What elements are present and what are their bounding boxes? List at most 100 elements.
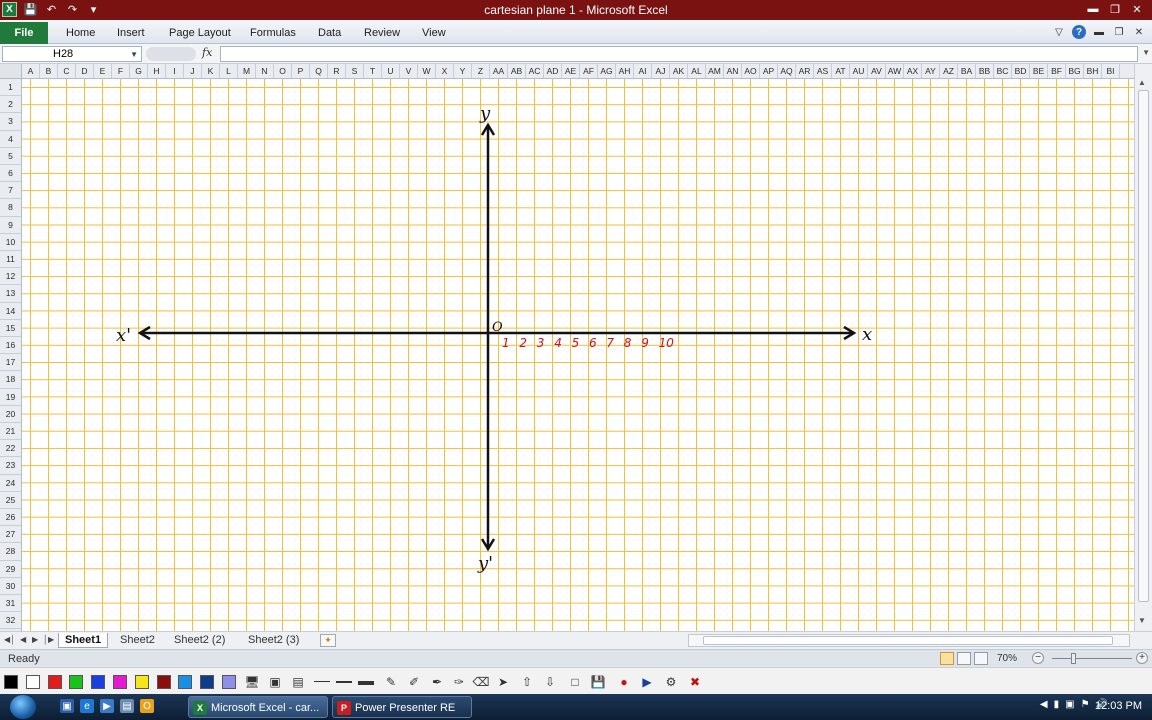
row-header[interactable]: 7 <box>0 182 21 200</box>
column-header[interactable]: E <box>94 64 112 78</box>
column-header[interactable]: W <box>418 64 436 78</box>
column-header[interactable]: AM <box>706 64 724 78</box>
column-header[interactable]: AR <box>796 64 814 78</box>
prev-sheet-icon[interactable]: ◀ <box>20 635 26 644</box>
column-header[interactable]: AB <box>508 64 526 78</box>
minimize-icon[interactable]: ▬ <box>1082 0 1104 18</box>
column-header[interactable]: AD <box>544 64 562 78</box>
column-header[interactable]: N <box>256 64 274 78</box>
row-header[interactable]: 19 <box>0 389 21 406</box>
zoom-slider[interactable] <box>1052 658 1132 659</box>
column-header[interactable]: AJ <box>652 64 670 78</box>
column-header[interactable]: BI <box>1102 64 1120 78</box>
tray-expand-icon[interactable]: ◀ <box>1040 699 1048 710</box>
column-header[interactable]: AT <box>832 64 850 78</box>
column-header[interactable]: I <box>166 64 184 78</box>
column-header[interactable]: C <box>58 64 76 78</box>
exit-presenter-icon[interactable]: ✖ <box>686 673 704 691</box>
formula-bar-grip[interactable] <box>146 47 196 61</box>
brush-icon[interactable]: ✑ <box>450 673 468 691</box>
sheet-tab-sheet2-2[interactable]: Sheet2 (2) <box>168 633 231 648</box>
help-icon[interactable]: ? <box>1072 25 1086 39</box>
tray-app-icon[interactable]: ▮ <box>1054 699 1060 710</box>
row-header[interactable]: 26 <box>0 509 21 527</box>
text-pen-icon[interactable]: ✎ <box>382 673 400 691</box>
workbook-close-icon[interactable]: ✕ <box>1132 25 1146 39</box>
workbook-minimize-icon[interactable]: ▬ <box>1092 25 1106 39</box>
row-header[interactable]: 12 <box>0 268 21 286</box>
column-header[interactable]: S <box>346 64 364 78</box>
horizontal-scrollbar[interactable] <box>688 634 1130 647</box>
show-desktop-icon[interactable]: ▣ <box>60 699 74 713</box>
row-header[interactable]: 21 <box>0 423 21 441</box>
outlook-icon[interactable]: O <box>140 699 154 713</box>
row-header[interactable]: 18 <box>0 371 21 389</box>
tray-network-icon[interactable]: ▣ <box>1065 699 1074 710</box>
expand-formula-bar-icon[interactable]: ▼ <box>1142 48 1150 57</box>
restore-icon[interactable]: ❐ <box>1104 0 1126 18</box>
row-header[interactable]: 24 <box>0 475 21 492</box>
save-drawing-icon[interactable]: 💾 <box>589 673 607 691</box>
column-header[interactable]: BC <box>994 64 1012 78</box>
row-header[interactable]: 20 <box>0 406 21 423</box>
tab-data[interactable]: Data <box>318 27 341 39</box>
column-header[interactable]: Q <box>310 64 328 78</box>
taskbar-excel-button[interactable]: X Microsoft Excel - car... <box>188 696 328 718</box>
column-header[interactable]: AK <box>670 64 688 78</box>
zoom-out-icon[interactable]: − <box>1032 652 1044 664</box>
formula-input[interactable] <box>220 46 1138 62</box>
row-header[interactable]: 29 <box>0 561 21 578</box>
column-header[interactable]: AY <box>922 64 940 78</box>
tab-home[interactable]: Home <box>66 27 95 39</box>
media-icon[interactable]: ▶ <box>100 699 114 713</box>
row-header[interactable]: 8 <box>0 199 21 217</box>
pointer-icon[interactable]: ➤ <box>494 673 512 691</box>
column-header[interactable]: AI <box>634 64 652 78</box>
insert-function-icon[interactable]: fx <box>202 46 212 59</box>
monitor-icon[interactable]: 🖥 <box>243 673 261 691</box>
arrow-up-icon[interactable]: ⇧ <box>518 673 536 691</box>
row-header[interactable]: 10 <box>0 234 21 251</box>
column-header[interactable]: AE <box>562 64 580 78</box>
column-header[interactable]: AH <box>616 64 634 78</box>
tray-flag-icon[interactable]: ⚑ <box>1081 699 1090 710</box>
column-header[interactable]: V <box>400 64 418 78</box>
thin-line-icon[interactable] <box>314 681 330 682</box>
file-tab[interactable]: File <box>0 22 48 44</box>
column-header[interactable]: BB <box>976 64 994 78</box>
play-icon[interactable]: ▶ <box>638 673 656 691</box>
pen-color-swatch[interactable] <box>91 675 106 689</box>
tab-view[interactable]: View <box>422 27 446 39</box>
column-header[interactable]: K <box>202 64 220 78</box>
taskbar-clock[interactable]: 12:03 PM <box>1095 700 1142 712</box>
column-header[interactable]: AZ <box>940 64 958 78</box>
column-header[interactable]: AF <box>580 64 598 78</box>
column-header[interactable]: M <box>238 64 256 78</box>
first-sheet-icon[interactable]: ◀│ <box>4 635 15 644</box>
thick-line-icon[interactable] <box>358 681 374 685</box>
column-header[interactable]: AP <box>760 64 778 78</box>
column-header[interactable]: R <box>328 64 346 78</box>
row-header[interactable]: 25 <box>0 492 21 509</box>
row-header[interactable]: 22 <box>0 440 21 458</box>
tab-formulas[interactable]: Formulas <box>250 27 296 39</box>
column-header[interactable]: BF <box>1048 64 1066 78</box>
column-header[interactable]: H <box>148 64 166 78</box>
row-header[interactable]: 13 <box>0 285 21 303</box>
screenshot-icon[interactable]: □ <box>566 673 584 691</box>
row-header[interactable]: 30 <box>0 578 21 595</box>
column-header[interactable]: AN <box>724 64 742 78</box>
column-header[interactable]: AA <box>490 64 508 78</box>
explorer-icon[interactable]: ▤ <box>120 699 134 713</box>
tab-page-layout[interactable]: Page Layout <box>169 27 231 39</box>
page-layout-view-icon[interactable] <box>957 652 971 665</box>
row-header[interactable]: 28 <box>0 543 21 561</box>
column-header[interactable]: B <box>40 64 58 78</box>
internet-explorer-icon[interactable]: e <box>80 699 94 713</box>
column-header[interactable]: AX <box>904 64 922 78</box>
column-header[interactable]: AL <box>688 64 706 78</box>
sheet-tab-sheet2[interactable]: Sheet2 <box>114 633 161 648</box>
row-header[interactable]: 11 <box>0 251 21 269</box>
settings-icon[interactable]: ⚙ <box>662 673 680 691</box>
column-header[interactable]: AG <box>598 64 616 78</box>
